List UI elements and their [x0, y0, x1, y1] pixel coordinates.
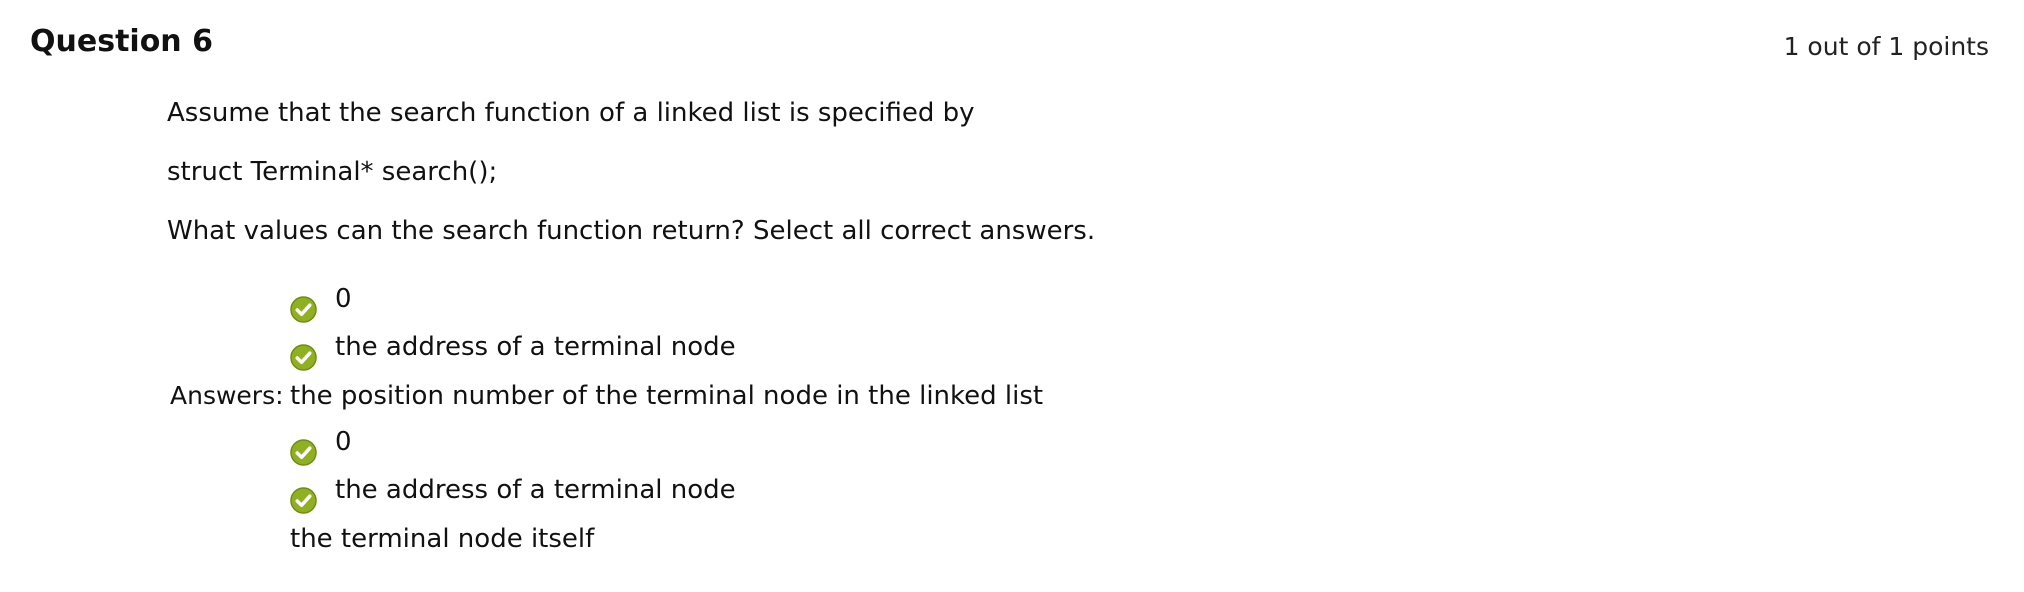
answer-text: the address of a terminal node: [335, 475, 736, 505]
question-points: 1 out of 1 points: [1783, 32, 1989, 61]
answer-text: 0: [335, 427, 352, 457]
question-title: Question 6: [30, 24, 213, 59]
question-prompt: Assume that the search function of a lin…: [167, 96, 1667, 273]
correct-check-icon: [290, 344, 317, 371]
correct-check-icon: [290, 487, 317, 514]
prompt-line: What values can the search function retu…: [167, 216, 1096, 246]
answers-label: Answers:: [170, 381, 284, 410]
correct-check-icon: [290, 439, 317, 466]
prompt-line: Assume that the search function of a lin…: [167, 98, 975, 128]
answer-text: 0: [335, 284, 352, 314]
answer-text: the address of a terminal node: [335, 332, 736, 362]
prompt-code-line: struct Terminal* search();: [167, 157, 498, 187]
answer-text: the position number of the terminal node…: [290, 381, 1044, 411]
correct-check-icon: [290, 296, 317, 323]
question-header: Question 6 1 out of 1 points: [0, 0, 2024, 90]
answer-text: the terminal node itself: [290, 524, 595, 554]
answers-block: Answers: 0 the address of a terminal nod…: [0, 282, 2024, 572]
